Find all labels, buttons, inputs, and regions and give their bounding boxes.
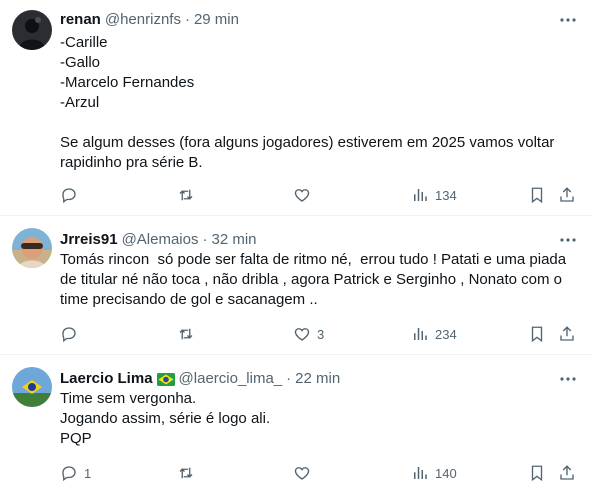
reply-button[interactable]: 1 xyxy=(60,462,91,484)
tweet-text: -Carille -Gallo -Marcelo Fernandes -Arzu… xyxy=(60,33,580,173)
bookmark-button[interactable] xyxy=(528,323,546,345)
retweet-button[interactable] xyxy=(176,184,202,206)
like-button[interactable] xyxy=(293,462,317,484)
views-count: 140 xyxy=(435,465,457,481)
tweet-line: -Marcelo Fernandes xyxy=(60,74,195,91)
retweet-icon xyxy=(176,186,196,204)
bookmark-icon xyxy=(528,325,546,343)
retweet-icon xyxy=(176,325,196,343)
tweet-line: -Gallo xyxy=(60,54,101,71)
retweet-button[interactable] xyxy=(176,462,202,484)
avatar[interactable] xyxy=(12,10,52,50)
tweet-line: -Carille xyxy=(60,34,108,51)
tweet-line xyxy=(60,113,580,133)
brazil-flag-icon xyxy=(156,372,175,386)
like-button[interactable] xyxy=(293,184,317,206)
separator-dot: · xyxy=(184,11,190,28)
reply-icon xyxy=(60,325,78,343)
tweet-header: Laercio Lima @laercio_lima_ · 22 min xyxy=(60,369,340,389)
more-icon[interactable] xyxy=(558,10,578,30)
share-button[interactable] xyxy=(558,323,576,345)
retweet-icon xyxy=(176,464,196,482)
timestamp[interactable]: 32 min xyxy=(211,230,256,250)
tweet-line: Se algum desses (fora alguns jogadores) … xyxy=(60,134,555,151)
reply-button[interactable] xyxy=(60,323,84,345)
views-icon xyxy=(411,464,429,482)
views-count: 234 xyxy=(435,326,457,342)
display-name[interactable]: Jrreis91 xyxy=(60,230,118,250)
views-button[interactable]: 234 xyxy=(411,323,457,345)
bookmark-icon xyxy=(528,186,546,204)
action-bar: 134 xyxy=(60,184,590,206)
like-count: 3 xyxy=(317,326,325,342)
user-handle[interactable]: @henriznfs xyxy=(105,10,181,30)
bookmark-button[interactable] xyxy=(528,184,546,206)
tweet-line: Tomás rincon só pode ser falta de ritmo … xyxy=(60,251,567,268)
like-button[interactable]: 3 xyxy=(293,323,324,345)
display-name[interactable]: renan xyxy=(60,10,101,30)
tweet[interactable]: Jrreis91 @Alemaios · 32 min Tomás rincon… xyxy=(0,216,592,355)
share-button[interactable] xyxy=(558,462,576,484)
display-name[interactable]: Laercio Lima xyxy=(60,369,153,389)
timestamp[interactable]: 29 min xyxy=(194,10,239,30)
tweet[interactable]: Laercio Lima @laercio_lima_ · 22 min Tim… xyxy=(0,355,592,494)
user-handle[interactable]: @laercio_lima_ xyxy=(179,369,283,389)
action-bar: 3 234 xyxy=(60,323,590,345)
like-icon xyxy=(293,464,311,482)
tweet-text: Time sem vergonha. Jogando assim, série … xyxy=(60,389,580,449)
more-icon[interactable] xyxy=(558,230,578,250)
views-icon xyxy=(411,186,429,204)
views-button[interactable]: 134 xyxy=(411,184,457,206)
tweet-line: Time sem vergonha. xyxy=(60,390,197,407)
bookmark-button[interactable] xyxy=(528,462,546,484)
views-count: 134 xyxy=(435,187,457,203)
tweet-line: de titular né não toca , não dribla , ag… xyxy=(60,271,562,288)
tweet-line: rapidinho pra série B. xyxy=(60,154,203,171)
share-button[interactable] xyxy=(558,184,576,206)
action-bar: 1 140 xyxy=(60,462,590,484)
share-icon xyxy=(558,186,576,204)
tweet-line: PQP xyxy=(60,430,92,447)
bookmark-icon xyxy=(528,464,546,482)
user-handle[interactable]: @Alemaios xyxy=(122,230,199,250)
separator-dot: · xyxy=(202,231,208,248)
share-icon xyxy=(558,464,576,482)
reply-button[interactable] xyxy=(60,184,84,206)
avatar[interactable] xyxy=(12,228,52,268)
reply-icon xyxy=(60,186,78,204)
tweet-line: -Arzul xyxy=(60,94,100,111)
avatar[interactable] xyxy=(12,367,52,407)
separator-dot: · xyxy=(286,370,292,387)
more-icon[interactable] xyxy=(558,369,578,389)
tweet-header: renan @henriznfs · 29 min xyxy=(60,10,239,30)
retweet-button[interactable] xyxy=(176,323,202,345)
reply-count: 1 xyxy=(84,465,92,481)
timestamp[interactable]: 22 min xyxy=(295,369,340,389)
tweet-line: Jogando assim, série é logo ali. xyxy=(60,410,271,427)
views-icon xyxy=(411,325,429,343)
views-button[interactable]: 140 xyxy=(411,462,457,484)
tweet[interactable]: renan @henriznfs · 29 min -Carille -Gall… xyxy=(0,0,592,216)
share-icon xyxy=(558,325,576,343)
like-icon xyxy=(293,186,311,204)
tweet-header: Jrreis91 @Alemaios · 32 min xyxy=(60,230,257,250)
tweet-text: Tomás rincon só pode ser falta de ritmo … xyxy=(60,250,580,310)
reply-icon xyxy=(60,464,78,482)
like-icon xyxy=(293,325,311,343)
tweet-line: time precisando de gol e sacanagem .. xyxy=(60,291,318,308)
